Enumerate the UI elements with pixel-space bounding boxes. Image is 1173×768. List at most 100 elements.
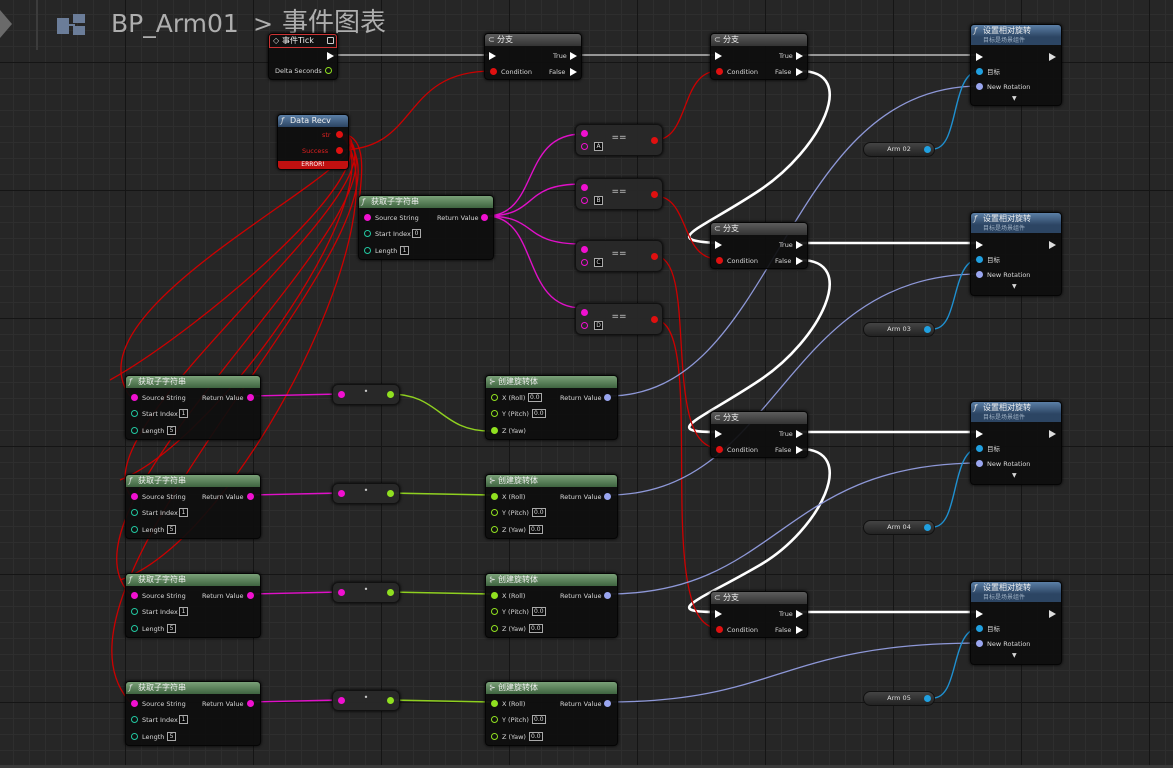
get-substring-row-3[interactable]: ƒ 获取子字符串 Source String Return Value Start…: [125, 573, 261, 638]
return-value-pin[interactable]: [247, 394, 254, 401]
x-pin[interactable]: [491, 700, 498, 707]
equal-node-b[interactable]: B ==: [575, 178, 663, 210]
equal-node-c[interactable]: C ==: [575, 240, 663, 272]
start-index-input[interactable]: 1: [179, 715, 188, 724]
return-value-pin[interactable]: [481, 214, 488, 221]
start-index-pin[interactable]: [131, 509, 138, 516]
length-pin[interactable]: [131, 526, 138, 533]
target-pin[interactable]: [976, 68, 983, 75]
b-input-pin[interactable]: [581, 197, 588, 204]
source-string-pin[interactable]: [364, 214, 371, 221]
length-pin[interactable]: [131, 427, 138, 434]
branch-node-4[interactable]: ⊂ 分支 True Condition False: [710, 411, 808, 458]
target-pin[interactable]: [976, 256, 983, 263]
variable-arm05[interactable]: Arm 05: [863, 691, 935, 706]
variable-output-pin[interactable]: [924, 326, 931, 333]
start-index-pin[interactable]: [364, 230, 371, 237]
length-input[interactable]: 5: [167, 426, 176, 435]
make-rotator-node-3[interactable]: ⊱ 创建旋转体 X (Roll) Return Value Y (Pitch) 0…: [485, 573, 618, 638]
make-rotator-node-1[interactable]: ⊱ 创建旋转体 X (Roll) 0.0 Return Value Y (Pitc…: [485, 375, 618, 440]
data-recv-node[interactable]: ƒ Data Recv str Success ERROR!: [277, 114, 349, 170]
string-to-float-node-2[interactable]: •: [332, 483, 400, 504]
output-pin[interactable]: [387, 697, 394, 704]
return-value-pin[interactable]: [604, 700, 611, 707]
new-rotation-pin[interactable]: [976, 640, 983, 647]
set-relative-rotation-node-2[interactable]: ƒ 设置相对旋转 目标是场景组件 目标 New Rotation ▼: [970, 212, 1062, 296]
z-pin[interactable]: [491, 427, 498, 434]
condition-pin[interactable]: [490, 68, 497, 75]
make-rotator-node-4[interactable]: ⊱ 创建旋转体 X (Roll) Return Value Y (Pitch) 0…: [485, 681, 618, 746]
y-input[interactable]: 0.0: [532, 607, 546, 616]
exec-in-pin[interactable]: [976, 610, 983, 618]
return-value-pin[interactable]: [247, 700, 254, 707]
exec-out-pin[interactable]: [1049, 241, 1056, 249]
expand-chevron-icon[interactable]: ▼: [1012, 652, 1017, 660]
target-pin[interactable]: [976, 445, 983, 452]
exec-in-pin[interactable]: [715, 241, 722, 249]
z-pin[interactable]: [491, 625, 498, 632]
str-output-pin[interactable]: [336, 131, 343, 138]
event-tick-node[interactable]: ◇ 事件Tick Delta Seconds: [268, 33, 338, 80]
source-string-pin[interactable]: [131, 493, 138, 500]
exec-in-pin[interactable]: [715, 430, 722, 438]
length-pin[interactable]: [364, 247, 371, 254]
branch-node-2[interactable]: ⊂ 分支 True Condition False: [710, 33, 808, 80]
expand-chevron-icon[interactable]: ▼: [1012, 283, 1017, 291]
length-input[interactable]: 5: [167, 624, 176, 633]
string-to-float-node-1[interactable]: •: [332, 384, 400, 405]
source-string-pin[interactable]: [131, 700, 138, 707]
start-index-input[interactable]: 1: [179, 409, 188, 418]
y-pin[interactable]: [491, 509, 498, 516]
new-rotation-pin[interactable]: [976, 460, 983, 467]
z-input[interactable]: 0.0: [529, 624, 543, 633]
branch-node-5[interactable]: ⊂ 分支 True Condition False: [710, 591, 808, 638]
back-arrow-icon[interactable]: [0, 10, 12, 38]
false-exec-pin[interactable]: [796, 446, 803, 454]
return-value-pin[interactable]: [247, 493, 254, 500]
exec-out-pin[interactable]: [1049, 430, 1056, 438]
success-output-pin[interactable]: [336, 147, 343, 154]
expand-chevron-icon[interactable]: ▼: [1012, 472, 1017, 480]
y-pin[interactable]: [491, 410, 498, 417]
exec-in-pin[interactable]: [489, 52, 496, 60]
start-index-pin[interactable]: [131, 410, 138, 417]
length-pin[interactable]: [131, 625, 138, 632]
breadcrumb-blueprint[interactable]: BP_Arm01: [111, 8, 239, 40]
false-exec-pin[interactable]: [570, 68, 577, 76]
condition-pin[interactable]: [716, 68, 723, 75]
exec-in-pin[interactable]: [715, 52, 722, 60]
output-pin[interactable]: [387, 391, 394, 398]
true-exec-pin[interactable]: [796, 241, 803, 249]
start-index-input[interactable]: 0: [412, 229, 421, 238]
compare-value-input[interactable]: A: [594, 142, 603, 151]
b-input-pin[interactable]: [581, 143, 588, 150]
true-exec-pin[interactable]: [570, 52, 577, 60]
result-pin[interactable]: [651, 137, 658, 144]
delta-seconds-pin[interactable]: [325, 67, 332, 74]
get-substring-main[interactable]: ƒ 获取子字符串 Source String Return Value Start…: [358, 195, 494, 260]
equal-node-a[interactable]: A ==: [575, 124, 663, 156]
true-exec-pin[interactable]: [796, 430, 803, 438]
variable-arm02[interactable]: Arm 02: [863, 142, 935, 157]
string-to-float-node-4[interactable]: •: [332, 690, 400, 711]
condition-pin[interactable]: [716, 257, 723, 264]
get-substring-row-4[interactable]: ƒ 获取子字符串 Source String Return Value Start…: [125, 681, 261, 746]
exec-out-pin[interactable]: [1049, 610, 1056, 618]
get-substring-row-1[interactable]: ƒ 获取子字符串 Source String Return Value Start…: [125, 375, 261, 440]
equal-node-d[interactable]: D ==: [575, 303, 663, 335]
x-pin[interactable]: [491, 394, 498, 401]
variable-output-pin[interactable]: [924, 146, 931, 153]
y-input[interactable]: 0.0: [532, 409, 546, 418]
make-rotator-node-2[interactable]: ⊱ 创建旋转体 X (Roll) Return Value Y (Pitch) 0…: [485, 474, 618, 539]
branch-node-1[interactable]: ⊂ 分支 True Condition False: [484, 33, 582, 80]
source-string-pin[interactable]: [131, 394, 138, 401]
start-index-pin[interactable]: [131, 608, 138, 615]
x-pin[interactable]: [491, 493, 498, 500]
exec-in-pin[interactable]: [976, 241, 983, 249]
exec-in-pin[interactable]: [976, 430, 983, 438]
new-rotation-pin[interactable]: [976, 271, 983, 278]
source-string-pin[interactable]: [131, 592, 138, 599]
true-exec-pin[interactable]: [796, 52, 803, 60]
result-pin[interactable]: [651, 253, 658, 260]
set-relative-rotation-node-3[interactable]: ƒ 设置相对旋转 目标是场景组件 目标 New Rotation ▼: [970, 401, 1062, 485]
